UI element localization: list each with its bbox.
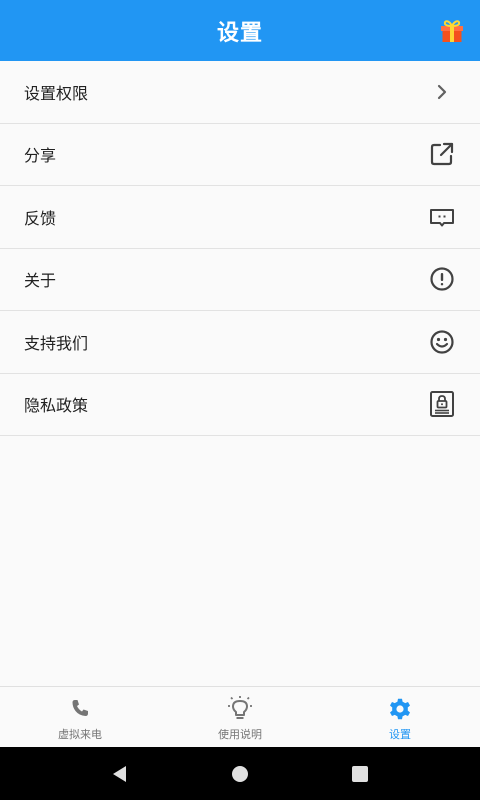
page-title: 设置 [216,20,263,46]
system-navigation-bar [0,747,480,800]
app-bar: 设置 [0,0,480,61]
menu-item-permissions[interactable]: 设置权限 [0,61,480,124]
bottom-navigation: 虚拟来电 使用说明 设置 [0,686,480,747]
gift-icon [441,20,463,42]
tab-label: 设置 [389,727,411,741]
menu-item-label: 分享 [24,146,57,166]
back-icon[interactable] [108,762,132,786]
lightbulb-icon [226,695,254,723]
menu-item-share[interactable]: 分享 [0,123,480,186]
chevron-right-icon [428,78,456,106]
menu-item-label: 反馈 [24,208,57,228]
settings-menu: 设置权限 分享 反馈 关于 支持我们 隐私政策 [0,61,480,436]
gear-icon [386,695,414,723]
recents-icon[interactable] [348,762,372,786]
menu-item-label: 关于 [24,271,57,291]
menu-item-label: 设置权限 [24,83,89,103]
tab-instructions[interactable]: 使用说明 [160,687,320,747]
smiley-face-icon [428,328,456,356]
menu-item-support[interactable]: 支持我们 [0,311,480,374]
privacy-lock-icon [428,390,456,418]
home-icon[interactable] [228,762,252,786]
menu-item-feedback[interactable]: 反馈 [0,186,480,249]
feedback-message-icon [428,203,456,231]
tab-settings[interactable]: 设置 [320,687,480,747]
menu-item-label: 隐私政策 [24,396,89,416]
info-exclamation-icon [428,265,456,293]
menu-item-privacy[interactable]: 隐私政策 [0,373,480,436]
menu-item-label: 支持我们 [24,333,89,353]
tab-virtual-call[interactable]: 虚拟来电 [0,687,160,747]
menu-item-about[interactable]: 关于 [0,248,480,311]
gift-button[interactable] [438,16,466,44]
share-external-icon [428,140,456,168]
phone-icon [66,695,94,723]
tab-label: 使用说明 [218,727,262,741]
tab-label: 虚拟来电 [58,727,102,741]
